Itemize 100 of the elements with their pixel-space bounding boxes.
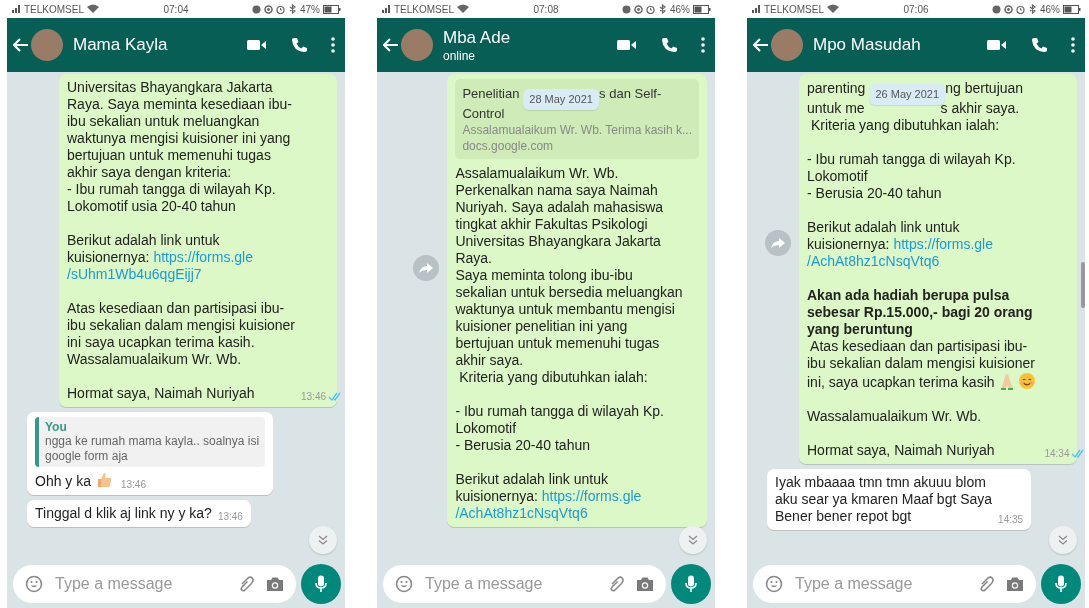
alarm-clock-icon	[1016, 4, 1025, 14]
link[interactable]: /AchAt8hz1cNsqVtq6	[455, 505, 588, 521]
message-input[interactable]: Type a message	[53, 574, 228, 594]
message-text: Iyak mbaaaa tmn tmn akuuu blom aku sear ya kmaren Maaf bgt Saya Bener bener repot bgt	[775, 474, 993, 525]
message-time: 13:46	[120, 479, 146, 490]
clock-time: 07:04	[163, 3, 189, 15]
location-icon	[264, 4, 273, 14]
paperclip-icon[interactable]	[608, 575, 626, 593]
video-camera-icon[interactable]	[617, 38, 637, 52]
contact-name[interactable]: Mpo Masudah	[813, 35, 963, 55]
double-chevron-icon	[688, 535, 698, 545]
microphone-button[interactable]	[671, 564, 711, 604]
date-label: 28 May 2021	[523, 89, 600, 110]
preview-description: Assalamualaikum Wr. Wb. Terima kasih k...	[462, 122, 692, 138]
wifi-icon	[457, 4, 470, 14]
scroll-down-button[interactable]	[1049, 526, 1077, 554]
battery-percent: 47%	[300, 3, 320, 15]
message-time: 14:34	[1044, 448, 1070, 459]
back-arrow-icon[interactable]	[383, 38, 399, 52]
bluetooth-icon	[288, 4, 297, 14]
message-field[interactable]: Type a message	[13, 565, 296, 603]
double-chevron-icon	[318, 535, 328, 545]
message-input[interactable]: Type a message	[793, 574, 968, 594]
battery-icon	[1063, 4, 1081, 14]
double-chevron-icon	[1058, 535, 1068, 545]
link[interactable]: https://forms.gle	[153, 249, 253, 265]
back-arrow-icon[interactable]	[753, 38, 769, 52]
contact-name[interactable]: Mama Kayla	[73, 35, 223, 55]
share-arrow-icon	[771, 237, 785, 249]
clock-time: 07:08	[533, 3, 559, 15]
back-arrow-icon[interactable]	[13, 38, 29, 52]
message-time: 13:46	[217, 511, 243, 522]
phone-icon[interactable]	[1031, 37, 1047, 53]
contact-name[interactable]: Mba Ade	[443, 27, 593, 48]
scrollbar-thumb[interactable]	[1081, 262, 1085, 308]
camera-icon[interactable]	[266, 576, 284, 592]
link[interactable]: https://forms.gle	[541, 488, 642, 504]
date-label: 26 May 2021	[869, 84, 946, 105]
carrier-name: TELKOMSEL	[24, 3, 85, 15]
message-text: Tinggal d klik aj link ny y ka?	[35, 505, 212, 522]
signal-icon	[381, 4, 391, 14]
phone-icon[interactable]	[661, 37, 677, 53]
link[interactable]: /AchAt8hz1cNsqVtq6	[807, 253, 940, 269]
link[interactable]: /sUhm1Wb4u6qgEijj7	[67, 266, 202, 282]
menu-icon[interactable]	[331, 37, 335, 53]
paperclip-icon[interactable]	[978, 575, 996, 593]
signal-icon	[751, 4, 761, 14]
message-time: 13:46	[301, 391, 327, 402]
clock-time: 07:06	[903, 3, 929, 15]
scroll-down-button[interactable]	[679, 526, 707, 554]
smiley-icon	[1018, 372, 1037, 390]
wifi-icon	[87, 4, 100, 14]
carrier-name: TELKOMSEL	[394, 3, 455, 15]
video-camera-icon[interactable]	[247, 38, 267, 52]
camera-icon[interactable]	[1006, 576, 1024, 592]
message-field[interactable]: Type a message	[753, 565, 1036, 603]
signal-icon	[11, 4, 21, 14]
menu-icon[interactable]	[1071, 37, 1075, 53]
bluetooth-icon	[658, 4, 667, 14]
bluetooth-icon	[1028, 4, 1037, 14]
alarm-clock-icon	[646, 4, 655, 14]
quote-author: You	[45, 420, 68, 434]
battery-percent: 46%	[670, 3, 690, 15]
scroll-down-button[interactable]	[309, 526, 337, 554]
wifi-icon	[827, 4, 840, 14]
share-arrow-icon	[419, 262, 434, 275]
alarm-clock-icon	[276, 4, 285, 14]
contact-status: online	[443, 48, 477, 63]
quote-text: ngga ke rumah mama kayla.. soalnya isi google form aja	[45, 434, 260, 464]
video-camera-icon[interactable]	[987, 38, 1007, 52]
preview-domain: docs.google.com	[462, 138, 555, 154]
preview-title: Penelitian 28 May 2021 s dan Self- Control	[462, 85, 663, 122]
message-field[interactable]: Type a message	[383, 565, 666, 603]
message-text: Universitas Bhayangkara Jakarta Raya. Saya meminta kesediaan ibu- ibu sekalian untuk meluangkan waktunya mengisi kuisioner ini yang bertujuan untuk memenuhi tugas akhir saya dengan kriteria: - Ibu rumah tangga di wilayah Kp. Lokomotif usia 20-40 tahun Berikut adalah link untuk kuisionernya: https://forms.gle /sUhm1Wb4u6qgEijj7 Atas kesediaan dan partisipasi ibu- ibu sekalian dalam mengisi kuisioner ini saya ucapkan terima kasih. Wassalamualaikum Wr. Wb. Hormat saya, Naimah Nuriyah	[67, 79, 295, 402]
battery-icon	[693, 4, 711, 14]
link-preview[interactable]: Penelitian 28 May 2021 s dan Self- Control Assalamualaikum Wr. Wb. Terima kasih k... docs.google.com	[455, 79, 699, 159]
microphone-button[interactable]	[301, 564, 341, 604]
message-text: parenting 26 May 2021 ng bertujuan untuk me s akhir saya. Kriteria yang dibutuhkan ialah: - Ibu rumah tangga di wilayah Kp. Lokomotif - Berusia 20-40 tahun Berikut adalah link untuk kuisionernya: https://forms.gle /AchAt8hz1cNsqVtq6 Akan ada hadiah berupa pulsa sebesar Rp.15.000,- bagi 20 orang yang beruntung Atas kesediaan dan partisipasi ibu- ibu sekalian dalam mengisi kuisioner ini, saya ucapkan terima kasih Wassalamualaikum Wr. Wb. Hormat saya, Naimah Nuriyah	[807, 79, 1038, 459]
message-time: 14:35	[998, 514, 1024, 525]
location-icon	[1004, 4, 1013, 14]
microphone-icon	[315, 575, 327, 593]
smiley-icon[interactable]	[395, 575, 413, 593]
microphone-icon	[1055, 575, 1067, 593]
paperclip-icon[interactable]	[238, 575, 256, 593]
camera-icon[interactable]	[636, 576, 654, 592]
location-icon	[634, 4, 643, 14]
microphone-icon	[685, 575, 697, 593]
message-text: Ohh y ka	[35, 471, 115, 490]
smiley-icon[interactable]	[765, 575, 783, 593]
message-text: Assalamualaikum Wr. Wb. Perkenalkan nama saya Naimah Nuriyah. Saya adalah mahasiswa tingkat akhir Fakultas Psikologi Universitas Bhayangkara Jakarta Raya. Saya meminta tolong ibu-ibu sekalian untuk bersedia meluangkan waktunya untuk membantu mengisi kuisioner penelitian ini yang bertujuan untuk memenuhi tugas akhir saya. Kriteria yang dibutuhkan ialah: - Ibu rumah tangga di wilayah Kp. Lokomotif - Berusia 20-40 tahun Berikut adalah link untuk kuisionernya: https://forms.gle /AchAt8hz1cNsqVtq6	[455, 165, 683, 522]
battery-percent: 46%	[1040, 3, 1060, 15]
smiley-icon[interactable]	[25, 575, 43, 593]
message-input[interactable]: Type a message	[423, 574, 598, 594]
menu-icon[interactable]	[701, 37, 705, 53]
microphone-button[interactable]	[1041, 564, 1081, 604]
link[interactable]: https://forms.gle	[893, 236, 993, 252]
carrier-name: TELKOMSEL	[764, 3, 825, 15]
phone-icon[interactable]	[291, 37, 307, 53]
battery-icon	[323, 4, 341, 14]
quoted-message[interactable]: You ngga ke rumah mama kayla.. soalnya isi google form aja	[35, 417, 266, 467]
